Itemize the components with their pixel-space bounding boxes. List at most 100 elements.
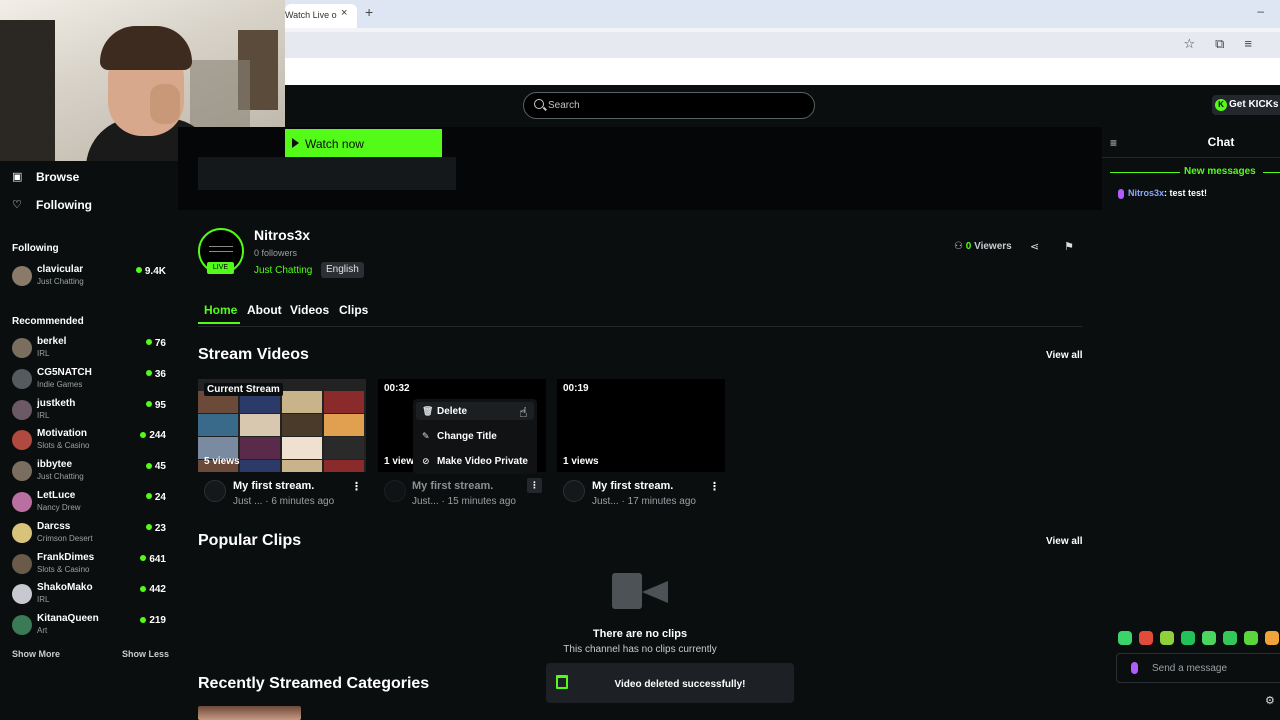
video-thumbnail[interactable]: Current Stream 5 views [198, 379, 366, 472]
show-more-link[interactable]: Show More [12, 649, 60, 659]
sidebar-channel-clavicular[interactable]: clavicular Just Chatting 9.4K [12, 264, 168, 292]
video-thumbnail[interactable]: 00:19 1 views [557, 379, 725, 472]
popular-clips-title: Popular Clips [198, 532, 302, 549]
sidebar-item-label: Browse [36, 170, 80, 184]
video-channel[interactable]: Just... [592, 496, 619, 507]
video-more-options-icon[interactable]: ⋮ [709, 480, 720, 493]
pencil-icon: ✎ [422, 431, 430, 441]
live-dot-icon [145, 400, 152, 407]
channel-name: ibbytee [37, 459, 73, 471]
emote-icon[interactable] [1202, 631, 1216, 645]
video-channel-avatar[interactable] [384, 480, 406, 502]
video-more-options-icon[interactable]: ⋮ [527, 478, 542, 493]
minimize-window-icon[interactable]: – [1257, 4, 1264, 18]
sidebar-channel-motivation[interactable]: Motivation Slots & Casino 244 [12, 428, 168, 456]
channel-category: Indie Games [37, 379, 83, 389]
video-title[interactable]: My first stream. [233, 480, 314, 492]
sidebar-channel-shakomako[interactable]: ShakoMako IRL 442 [12, 582, 168, 610]
channel-name: CG5NATCH [37, 366, 92, 378]
video-channel[interactable]: Just ... [233, 496, 262, 507]
channel-category: IRL [37, 410, 50, 420]
new-messages-divider [1110, 172, 1180, 173]
sidebar-channel-justketh[interactable]: justketh IRL 95 [12, 398, 168, 426]
video-title[interactable]: My first stream. [412, 480, 493, 492]
menu-item-change-title[interactable]: ✎ Change Title [422, 431, 497, 442]
gear-icon[interactable]: ⚙ [1265, 694, 1275, 707]
chat-message-text: : test test! [1164, 188, 1208, 198]
chat-message-input[interactable]: Send a message [1116, 653, 1280, 683]
chat-username[interactable]: Nitros3x [1128, 188, 1164, 198]
recommended-section-title: Recommended [12, 316, 84, 327]
emote-icon[interactable] [1160, 631, 1174, 645]
menu-item-delete[interactable]: 🗑 Delete [422, 406, 467, 417]
bookmark-star-icon[interactable]: ☆ [1183, 36, 1215, 51]
menu-item-make-private[interactable]: ⊘ Make Video Private [422, 456, 528, 467]
new-tab-icon[interactable]: + [365, 4, 373, 20]
channel-name: Darcss [37, 520, 71, 532]
sidebar-channel-letluce[interactable]: LetLuce Nancy Drew 24 [12, 490, 168, 518]
viewer-count-value: 641 [149, 553, 166, 565]
live-viewer-count: 23 [145, 523, 166, 534]
avatar [12, 615, 32, 636]
viewers-label: Viewers [974, 241, 1012, 252]
emote-icon[interactable] [1118, 631, 1132, 645]
video-channel-avatar[interactable] [563, 480, 585, 502]
viewer-count-value: 36 [154, 368, 166, 380]
sidebar-channel-frankdimes[interactable]: FrankDimes Slots & Casino 641 [12, 552, 168, 580]
get-kicks-button[interactable]: K Get KICKs [1212, 95, 1280, 115]
address-bar[interactable] [285, 32, 1280, 58]
tab-videos[interactable]: Videos [290, 303, 329, 317]
video-camera-icon [612, 573, 642, 609]
video-channel-avatar[interactable] [204, 480, 226, 502]
live-dot-icon [145, 370, 152, 377]
tab-clips[interactable]: Clips [339, 303, 368, 317]
close-tab-icon[interactable]: × [341, 7, 347, 19]
share-icon[interactable]: ⋖ [1030, 240, 1039, 253]
video-title[interactable]: My first stream. [592, 480, 673, 492]
live-viewer-count: 36 [145, 368, 166, 380]
stream-videos-title: Stream Videos [198, 346, 309, 363]
show-less-link[interactable]: Show Less [122, 649, 169, 659]
sidebar-channel-kitanaqueen[interactable]: KitanaQueen Art 219 [12, 613, 168, 641]
emote-icon[interactable] [1223, 631, 1237, 645]
mouse-cursor-icon: ☝ [519, 404, 528, 420]
new-messages-label[interactable]: New messages [1184, 166, 1256, 177]
webcam-person-hair [100, 26, 192, 70]
extensions-icon[interactable]: ⧉ [1215, 36, 1244, 51]
emote-icon[interactable] [1181, 631, 1195, 645]
reading-list-icon[interactable]: ≡ [1244, 36, 1272, 51]
emote-icon[interactable] [1244, 631, 1258, 645]
following-section-title: Following [12, 243, 59, 254]
avatar [12, 430, 32, 451]
tab-home[interactable]: Home [204, 303, 237, 317]
channel-category: Just Chatting [37, 472, 84, 482]
video-channel[interactable]: Just... [412, 496, 439, 507]
language-tag[interactable]: English [321, 262, 364, 278]
popular-clips-view-all[interactable]: View all [1046, 536, 1083, 547]
search-input[interactable]: Search [523, 92, 815, 119]
avatar [12, 266, 32, 286]
category-thumbnail[interactable] [198, 706, 301, 720]
watch-now-button[interactable]: Watch now [285, 129, 442, 157]
watch-now-label: Watch now [305, 137, 364, 151]
avatar [12, 584, 32, 605]
tab-about[interactable]: About [247, 303, 282, 317]
video-more-options-icon[interactable]: ⋮ [351, 480, 362, 493]
sidebar-channel-ibbytee[interactable]: ibbytee Just Chatting 45 [12, 459, 168, 487]
sidebar-channel-berkel[interactable]: berkel IRL 76 [12, 336, 168, 364]
preview-tile [240, 460, 280, 472]
eye-off-icon: ⊘ [422, 456, 430, 466]
channel-category-link[interactable]: Just Chatting [254, 265, 312, 276]
live-dot-icon [140, 585, 147, 592]
video-duration: 00:32 [384, 383, 410, 394]
channel-category: IRL [37, 349, 50, 358]
chat-message: Nitros3x: test test! [1118, 188, 1207, 199]
sidebar-channel-darcss[interactable]: Darcss Crimson Desert 23 [12, 521, 168, 549]
video-views: 1 views [563, 456, 599, 467]
emote-icon[interactable] [1139, 631, 1153, 645]
stream-videos-view-all[interactable]: View all [1046, 350, 1083, 361]
emote-icon[interactable] [1265, 631, 1279, 645]
channel-name: KitanaQueen [37, 613, 99, 625]
sidebar-channel-cg5natch[interactable]: CG5NATCH Indie Games 36 [12, 367, 168, 395]
mod-tools-icon[interactable]: ⚑ [1064, 240, 1074, 253]
